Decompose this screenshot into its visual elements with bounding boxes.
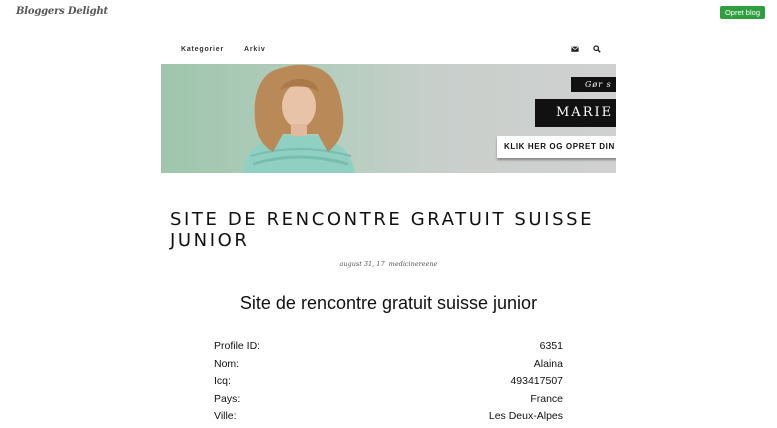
- nav-item-categories[interactable]: Kategorier: [181, 46, 224, 53]
- profile-label: Nom:: [214, 357, 240, 370]
- profile-row-country: Pays: France: [214, 393, 563, 411]
- profile-info-table: Profile ID: 6351 Nom: Alaina Icq: 493417…: [214, 340, 563, 428]
- banner-cta-button[interactable]: KLIK HER OG OPRET DIN: [497, 136, 616, 158]
- search-icon[interactable]: [593, 45, 601, 53]
- profile-value: 6351: [539, 340, 563, 352]
- profile-label: Icq:: [214, 375, 231, 388]
- post-meta: august 31, 17 medicinereene: [0, 260, 777, 268]
- profile-value: France: [530, 392, 563, 405]
- create-blog-button[interactable]: Opret blog: [719, 6, 765, 19]
- profile-label: Profile ID:: [214, 340, 261, 352]
- nav-item-archive[interactable]: Arkiv: [244, 46, 266, 53]
- profile-row-id: Profile ID: 6351: [214, 340, 563, 358]
- envelope-icon[interactable]: [571, 45, 579, 53]
- site-logo[interactable]: Bloggers Delight: [16, 6, 108, 17]
- advertisement-banner[interactable]: Gør s MARIE J KLIK HER OG OPRET DIN: [161, 64, 616, 173]
- profile-label: Ville:: [214, 410, 237, 423]
- banner-brand-name: MARIE J: [535, 99, 616, 127]
- profile-row-icq: Icq: 493417507: [214, 375, 563, 393]
- profile-label: Pays:: [214, 392, 241, 405]
- top-navigation: Kategorier Arkiv: [161, 42, 616, 58]
- post-author[interactable]: medicinereene: [389, 260, 438, 268]
- profile-row-city: Ville: Les Deux-Alpes: [214, 410, 563, 428]
- profile-value: 493417507: [510, 375, 563, 388]
- banner-tagline: Gør s: [571, 77, 616, 92]
- post-date[interactable]: august 31, 17: [339, 260, 384, 268]
- post-title[interactable]: SITE DE RENCONTRE GRATUIT SUISSE JUNIOR: [170, 209, 610, 251]
- profile-value: Les Deux-Alpes: [488, 410, 563, 423]
- banner-model-image: [243, 64, 355, 173]
- post-subtitle: Site de rencontre gratuit suisse junior: [239, 293, 538, 313]
- profile-value: Alaina: [533, 357, 563, 370]
- profile-row-name: Nom: Alaina: [214, 358, 563, 376]
